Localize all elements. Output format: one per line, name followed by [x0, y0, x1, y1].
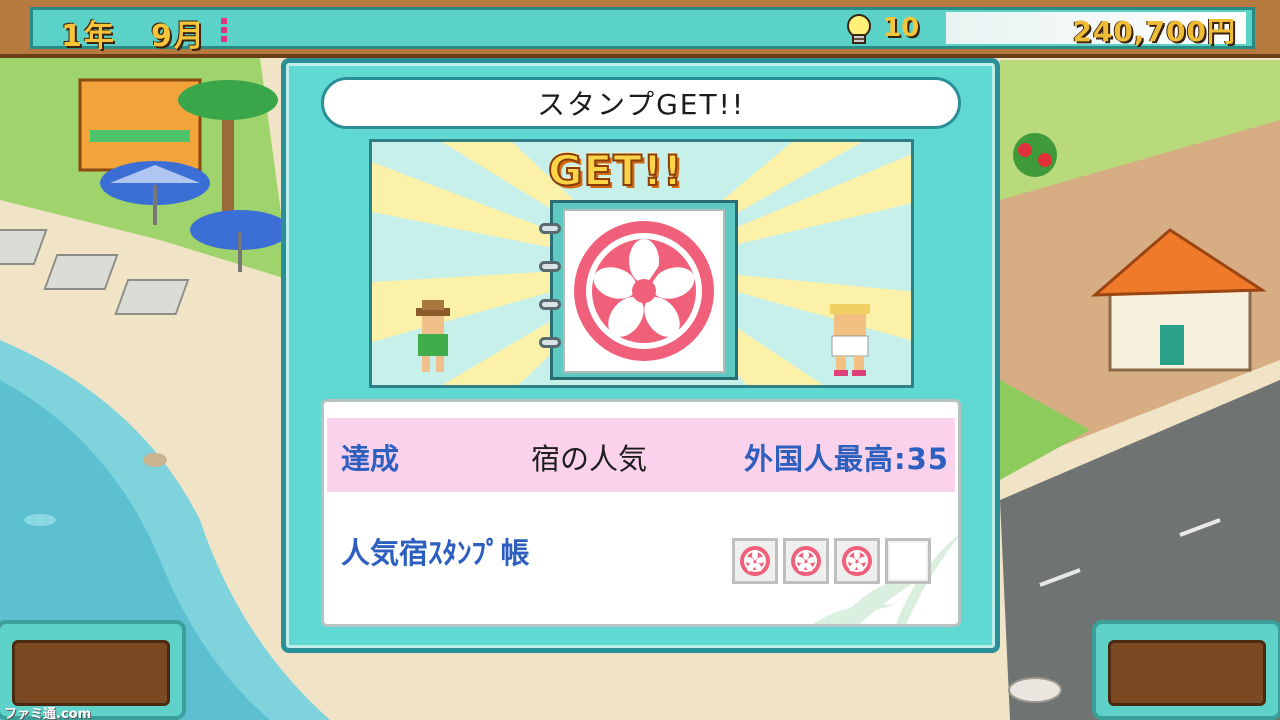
month-progress-indicator: [221, 18, 227, 42]
stamp-slot: [783, 538, 829, 584]
achievement-value: 外国人最高:35: [744, 442, 949, 476]
idea-points-count: 10: [883, 13, 920, 43]
binder-ring: [539, 299, 561, 310]
binder-ring: [539, 223, 561, 234]
money-value: 240,700円: [1072, 15, 1236, 48]
achievement-item: 宿の人気: [531, 442, 648, 476]
menu-button-right[interactable]: [1092, 620, 1280, 720]
stampbook-label: 人気宿ｽﾀﾝﾌﾟ帳: [341, 536, 530, 570]
money-display: 240,700円: [946, 12, 1246, 48]
hibiscus-stamp-icon: [574, 221, 714, 361]
watermark: ファミ通.com: [4, 707, 92, 720]
achievement-row: 達成 宿の人気 外国人最高:35: [327, 418, 955, 492]
stamp-slot: [732, 538, 778, 584]
stamp-notebook: [539, 200, 738, 380]
status-bar-panel: 1年 9月 10 240,700円: [30, 7, 1255, 54]
stamp-slot: [834, 538, 880, 584]
dialog-title-bar: スタンプGET!!: [321, 77, 961, 129]
date-year: 1年: [61, 19, 116, 54]
button-panel: [1108, 640, 1266, 706]
dialog-title: スタンプGET!!: [536, 88, 746, 121]
lightbulb-icon: [841, 12, 877, 52]
achievement-panel: 達成 宿の人気 外国人最高:35 人気宿ｽﾀﾝﾌﾟ帳: [321, 399, 961, 627]
hibiscus-stamp-icon: [842, 546, 872, 576]
date-month: 9月: [151, 19, 206, 54]
status-bar: 1年 9月 10 240,700円: [0, 0, 1280, 58]
hibiscus-stamp-icon: [791, 546, 821, 576]
hibiscus-stamp-icon: [740, 546, 770, 576]
stamp-slots: [732, 538, 931, 584]
stamp-get-illustration: GET!!: [369, 139, 914, 388]
stamp-slot-empty: [885, 538, 931, 584]
binder-ring: [539, 337, 561, 348]
binder-ring: [539, 261, 561, 272]
stamp-get-dialog[interactable]: スタンプGET!! GET!! 達成 宿の人気 外国人最高:35 人気宿ｽﾀﾝﾌ…: [281, 58, 1000, 653]
button-panel: [12, 640, 170, 706]
notebook-page: [563, 209, 725, 373]
get-banner: GET!!: [547, 145, 684, 196]
achievement-label: 達成: [341, 442, 400, 476]
